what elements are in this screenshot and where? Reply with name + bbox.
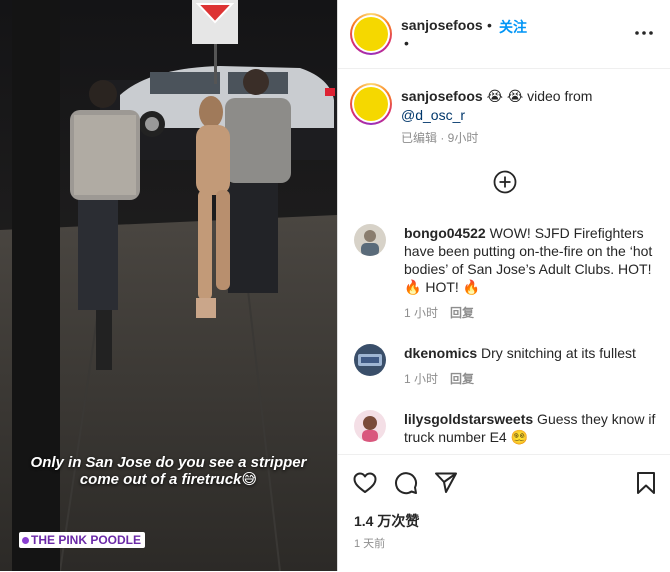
caption-emojis: 😭 😭 bbox=[486, 88, 524, 104]
header-separator: • bbox=[487, 17, 492, 33]
dizzy-emoji: 😵‍💫 bbox=[510, 429, 529, 445]
author-avatar[interactable] bbox=[350, 13, 392, 55]
comment-icon[interactable] bbox=[393, 470, 419, 496]
caption-line-1: Only in San Jose do you see a stripper bbox=[30, 454, 307, 471]
comment-username[interactable]: lilysgoldstarsweets bbox=[404, 411, 533, 427]
video-caption: Only in San Jose do you see a stripper c… bbox=[0, 454, 337, 488]
send-icon[interactable] bbox=[433, 470, 459, 496]
header-subtitle-dot: • bbox=[404, 35, 409, 51]
reply-button[interactable]: 回复 bbox=[450, 372, 474, 386]
likes-count[interactable]: 1.4 万次赞 bbox=[354, 511, 419, 531]
fire-emoji: 🔥 bbox=[462, 279, 481, 295]
follow-button[interactable]: 关注 bbox=[499, 17, 527, 37]
post-sidebar: sanjosefoos • 关注 • sanjosefoos 😭 😭 video… bbox=[337, 0, 670, 571]
caption-line-2: come out of a firetruck😅 bbox=[79, 471, 258, 488]
poodle-icon bbox=[22, 536, 29, 544]
commenter-avatar[interactable] bbox=[354, 410, 386, 442]
plus-circle-icon[interactable] bbox=[493, 170, 517, 194]
watermark-text: THE PINK POODLE bbox=[31, 533, 142, 547]
comment-body-mid: HOT! bbox=[421, 279, 463, 295]
comment-username[interactable]: bongo04522 bbox=[404, 225, 486, 241]
comment-body: Dry snitching at its fullest bbox=[477, 345, 636, 361]
post-actions: 1.4 万次赞 1 天前 bbox=[338, 454, 670, 572]
video-player[interactable]: Only in San Jose do you see a stripper c… bbox=[0, 0, 337, 571]
author-username[interactable]: sanjosefoos bbox=[401, 17, 483, 33]
caption-mention[interactable]: @d_osc_r bbox=[401, 107, 465, 123]
comment-text: lilysgoldstarsweets Guess they know if t… bbox=[404, 410, 666, 446]
bookmark-icon[interactable] bbox=[633, 470, 659, 496]
post-date[interactable]: 1 天前 bbox=[354, 535, 385, 551]
comment-text: dkenomics Dry snitching at its fullest bbox=[404, 344, 666, 362]
caption-body: video from bbox=[523, 88, 593, 104]
post-header: sanjosefoos • 关注 • bbox=[338, 0, 670, 69]
comment-meta: 1 小时 回复 bbox=[404, 304, 474, 321]
comment-time: 1 小时 bbox=[404, 372, 439, 386]
caption-text: sanjosefoos 😭 😭 video from bbox=[401, 88, 592, 105]
comment-text: bongo04522 WOW! SJFD Firefighters have b… bbox=[404, 224, 666, 296]
caption-username[interactable]: sanjosefoos bbox=[401, 88, 483, 104]
fire-emoji: 🔥 bbox=[404, 279, 422, 295]
reply-button[interactable]: 回复 bbox=[450, 306, 474, 320]
comment-meta: 1 小时 回复 bbox=[404, 370, 474, 387]
commenter-avatar[interactable] bbox=[354, 224, 386, 256]
comment-username[interactable]: dkenomics bbox=[404, 345, 477, 361]
heart-icon[interactable] bbox=[352, 470, 378, 496]
caption-meta: 已编辑 · 9小时 bbox=[401, 131, 479, 145]
commenter-avatar[interactable] bbox=[354, 344, 386, 376]
watermark: THE PINK POODLE bbox=[19, 532, 146, 548]
caption-avatar[interactable] bbox=[350, 83, 392, 125]
comment-time: 1 小时 bbox=[404, 306, 439, 320]
more-horizontal-icon[interactable] bbox=[634, 25, 654, 41]
